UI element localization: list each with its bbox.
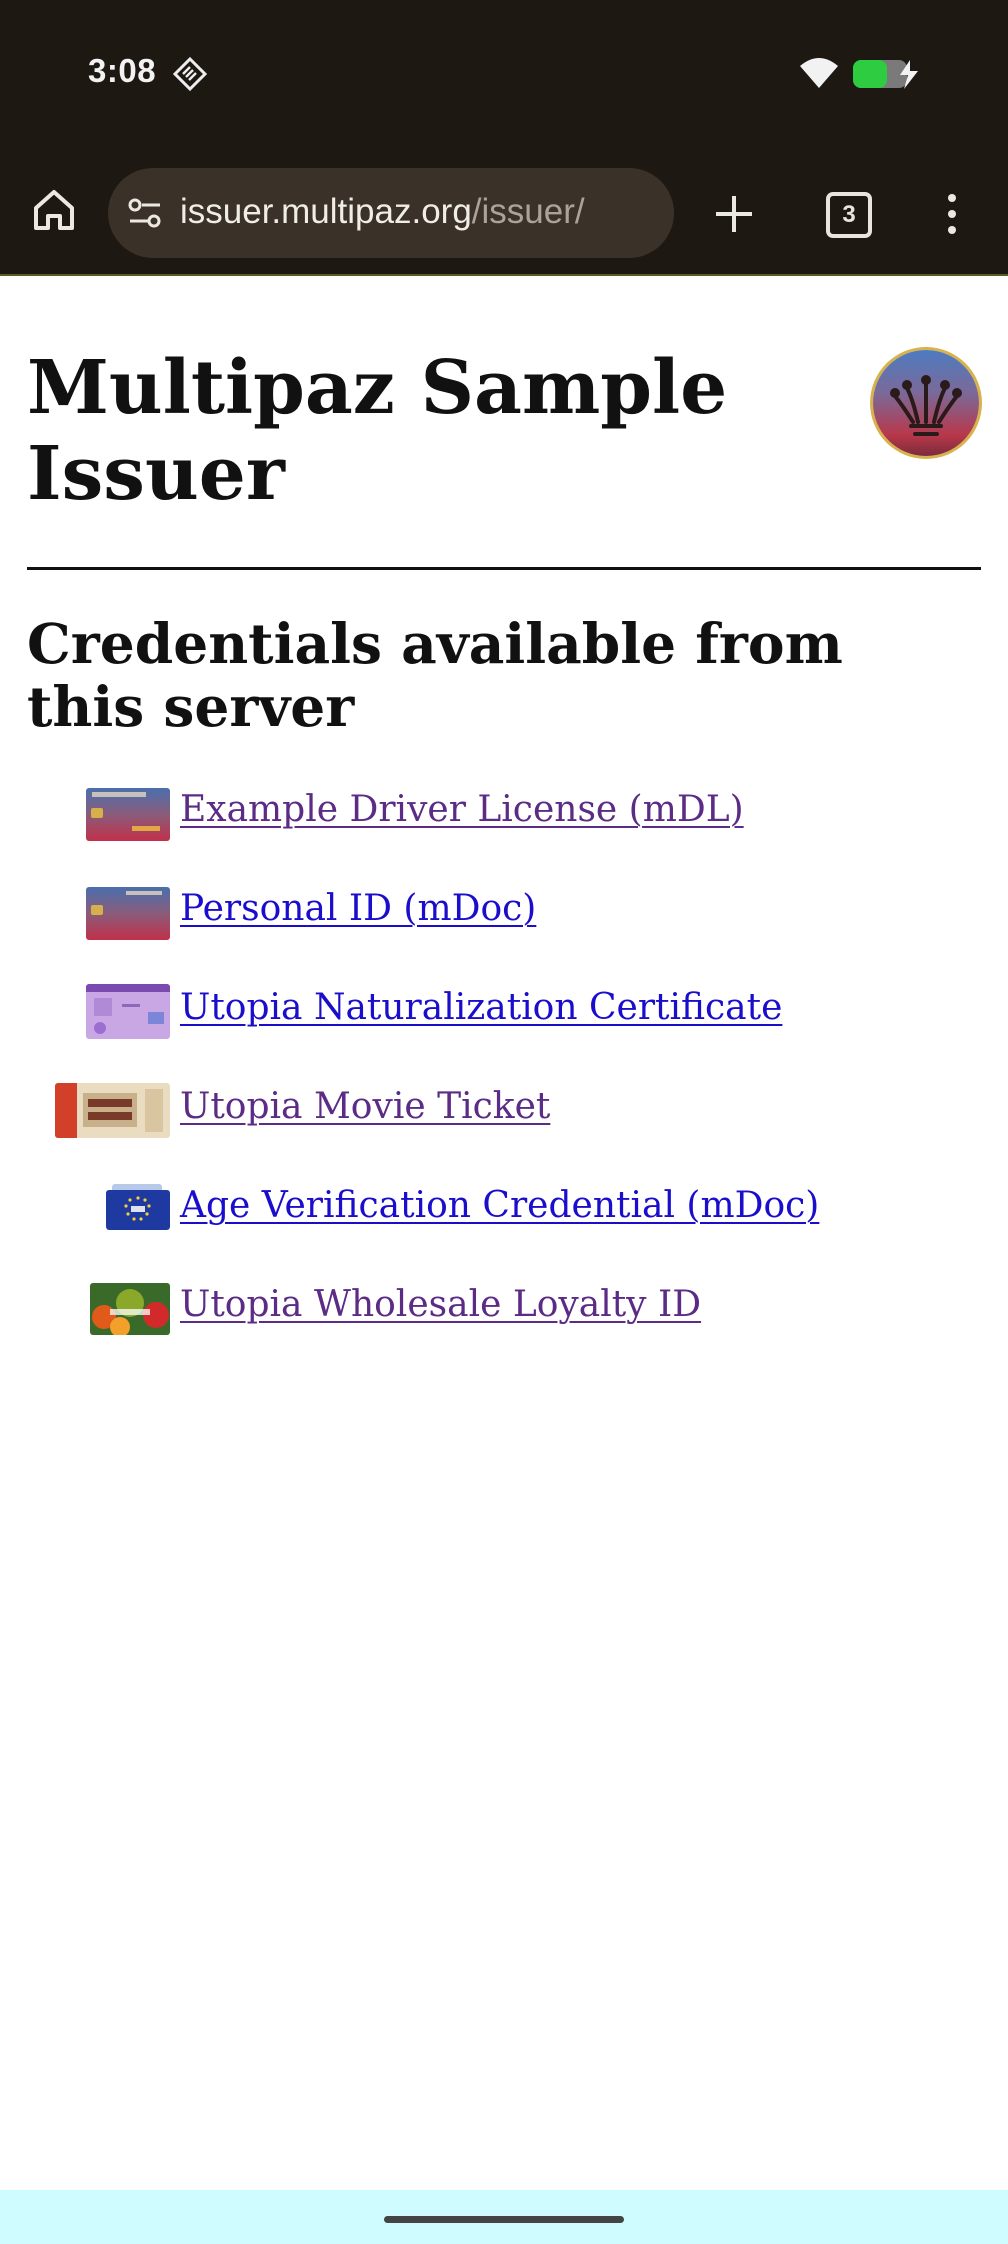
personal-id-thumbnail [86,887,170,940]
diamond-icon [172,56,208,92]
naturalization-certificate-thumbnail [86,984,170,1039]
credential-link-loyalty-id[interactable]: Utopia Wholesale Loyalty ID [180,1275,701,1335]
credential-link-naturalization-certificate[interactable]: Utopia Naturalization Certificate [180,978,782,1038]
plus-icon[interactable] [710,190,758,238]
battery-charging-icon [853,60,918,89]
page-title: Multipaz Sample Issuer [27,345,728,517]
loyalty-id-thumbnail [90,1283,170,1335]
driver-license-thumbnail [86,788,170,841]
list-item: Utopia Wholesale Loyalty ID [0,1275,1008,1335]
crown-icon [890,375,962,436]
tune-icon[interactable] [126,194,164,232]
url-path: /issuer/ [471,192,585,231]
browser-toolbar: issuer.multipaz.org/issuer/ 3 [0,150,1008,276]
home-icon[interactable] [28,184,80,236]
home-gesture-handle[interactable] [384,2216,624,2223]
divider [27,567,981,570]
list-item: Utopia Movie Ticket [0,1077,1008,1138]
credential-link-driver-license[interactable]: Example Driver License (mDL) [180,780,744,840]
credential-link-age-verification[interactable]: Age Verification Credential (mDoc) [180,1176,819,1236]
credential-link-movie-ticket[interactable]: Utopia Movie Ticket [180,1077,550,1137]
more-vert-icon[interactable] [940,190,964,238]
list-item: Personal ID (mDoc) [0,879,1008,940]
list-item: Utopia Naturalization Certificate [0,978,1008,1039]
url-text[interactable]: issuer.multipaz.org/issuer/ [180,190,585,234]
address-bar[interactable]: issuer.multipaz.org/issuer/ [108,168,674,258]
list-item: Age Verification Credential (mDoc) [0,1176,1008,1236]
section-heading: Credentials available from this server [27,611,843,739]
credential-link-personal-id[interactable]: Personal ID (mDoc) [180,879,536,939]
gesture-nav-bar [0,2190,1008,2244]
list-item: Example Driver License (mDL) [0,780,1008,841]
age-verification-thumbnail [106,1184,170,1230]
url-host: issuer.multipaz.org [180,192,472,231]
status-time: 3:08 [88,52,157,89]
tabs-button[interactable]: 3 [826,192,872,238]
multipaz-logo [873,350,979,456]
movie-ticket-thumbnail [55,1083,170,1138]
tab-count: 3 [842,201,856,228]
wifi-icon [800,58,838,88]
status-bar: 3:08 [0,0,1008,150]
